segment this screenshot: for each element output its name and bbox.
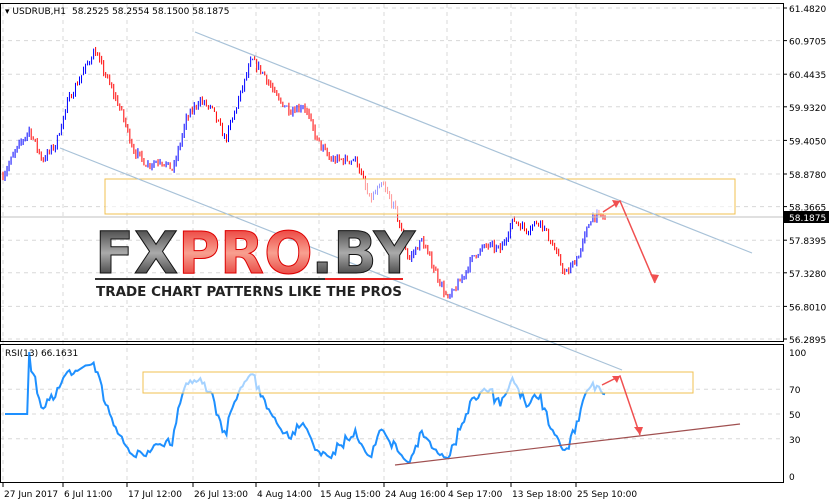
price-tick-label: 60.4435 [789, 71, 826, 81]
price-tick-label: 59.4050 [789, 137, 826, 147]
current-price-label: 58.1875 [789, 214, 826, 224]
price-tick-label: 60.9705 [789, 38, 826, 48]
price-chart: 61.4820 60.9705 60.4435 59.9320 59.4050 58.87… [0, 3, 829, 500]
time-tick-label: 4 Sep 17:00 [448, 490, 503, 500]
time-tick-label: 25 Sep 10:00 [577, 490, 637, 500]
rsi-zone[interactable] [142, 371, 694, 394]
rsi-label: RSI(13) 66.1631 [5, 349, 78, 359]
price-tick-label: 57.3280 [789, 270, 826, 280]
rsi-tick-label: 100 [789, 349, 806, 359]
price-tick-label: 61.4820 [789, 5, 826, 15]
dropdown-triangle-icon: ▾ [5, 7, 12, 17]
price-tick-label: 56.2895 [789, 336, 826, 346]
price-tick-label: 56.8010 [789, 303, 826, 313]
rsi-tick-label: 30 [789, 436, 801, 446]
time-tick-label: 27 Jun 2017 [4, 490, 58, 500]
rsi-tick-label: 0 [789, 473, 795, 483]
time-tick-label: 26 Jul 13:00 [194, 490, 248, 500]
ohlc-values: 58.2525 58.2554 58.1500 58.1875 [72, 7, 229, 17]
rsi-line [5, 351, 606, 464]
rsi-tick-label: 70 [789, 386, 801, 396]
time-tick-label: 4 Aug 14:00 [257, 490, 312, 500]
price-tick-label: 59.9320 [789, 104, 826, 114]
time-tick-label: 24 Aug 16:00 [385, 490, 446, 500]
watermark-logo: FXPRO.BY TRADE CHART PATTERNS LIKE THE P… [95, 219, 417, 301]
arrowhead-icon [650, 274, 659, 283]
price-tick-label: 57.8395 [789, 237, 826, 247]
time-tick-label: 13 Sep 18:00 [512, 490, 572, 500]
svg-text:FXPRO.BY: FXPRO.BY [95, 219, 416, 287]
rsi-tick-label: 50 [789, 411, 801, 421]
time-tick-label: 6 Jul 11:00 [64, 490, 113, 500]
time-tick-label: 17 Jul 12:00 [128, 490, 182, 500]
symbol-name: USDRUB,H1 [12, 7, 66, 17]
arrowhead-icon [634, 427, 643, 435]
watermark-tagline: TRADE CHART PATTERNS LIKE THE PROS [96, 285, 402, 300]
time-tick-label: 15 Aug 15:00 [320, 490, 381, 500]
symbol-header: ▾ USDRUB,H1 58.2525 58.2554 58.1500 58.18… [5, 7, 229, 17]
price-tick-label: 58.8780 [789, 171, 826, 181]
